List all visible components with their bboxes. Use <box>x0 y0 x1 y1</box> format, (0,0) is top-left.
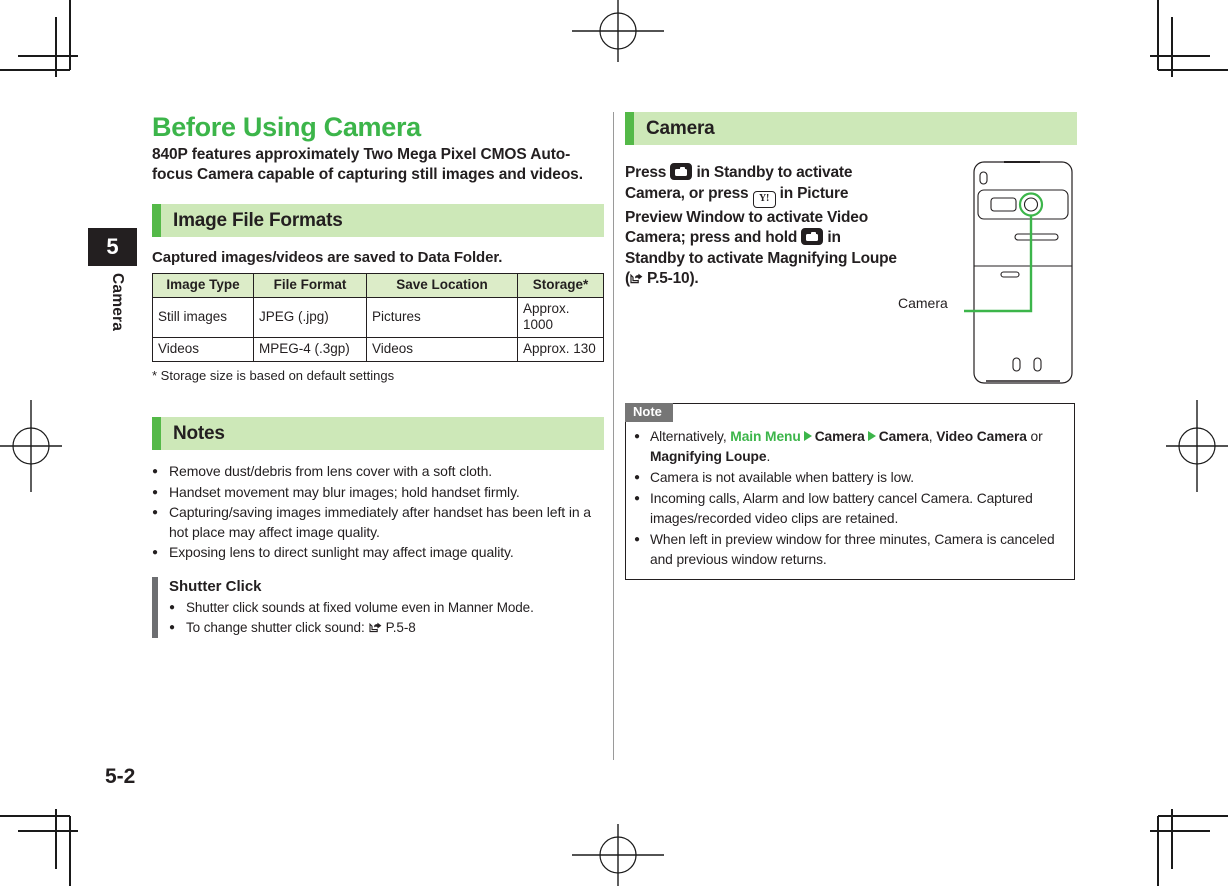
crop-mark-bottom-right-inner-v <box>1171 809 1173 869</box>
list-item: Shutter click sounds at fixed volume eve… <box>169 598 534 618</box>
crop-mark-top-left-inner-h <box>18 55 78 57</box>
crop-mark-top-right-inner-h <box>1150 55 1210 57</box>
table-row: Videos MPEG-4 (.3gp) Videos Approx. 130 <box>152 337 604 362</box>
note-box-label: Note <box>625 403 673 422</box>
registration-mark-top <box>572 0 664 62</box>
shutter-click-box: Shutter Click Shutter click sounds at fi… <box>152 576 604 638</box>
table-cell: Videos <box>152 337 254 362</box>
camera-key-icon <box>801 228 824 245</box>
table-footnote: * Storage size is based on default setti… <box>152 368 395 383</box>
table-cell: Approx. 1000 <box>517 297 604 338</box>
image-file-formats-table: Image Type File Format Save Location Sto… <box>152 273 604 362</box>
arrow-right-icon <box>867 431 876 441</box>
list-item: Incoming calls, Alarm and low battery ca… <box>634 489 1066 529</box>
phone-diagram-figure: Camera <box>898 160 1078 385</box>
intro-reference-page: P.5-10 <box>646 270 690 287</box>
left-column: Before Using Camera 840P features approx… <box>152 112 604 638</box>
column-divider <box>613 112 614 760</box>
crop-mark-top-left-v <box>69 0 71 70</box>
section-heading-image-file-formats: Image File Formats <box>152 204 604 237</box>
list-item: When left in preview window for three mi… <box>634 530 1066 570</box>
crop-mark-bottom-right-inner-h <box>1150 830 1210 832</box>
section-heading-label: Camera <box>646 117 715 139</box>
table-cell: JPEG (.jpg) <box>253 297 367 338</box>
list-item: Remove dust/debris from lens cover with … <box>152 462 604 482</box>
note-text-segment: . <box>766 449 771 464</box>
note-menu-magnifying-loupe: Magnifying Loupe <box>650 449 767 464</box>
list-item: Capturing/saving images immediately afte… <box>152 503 604 542</box>
crop-mark-bottom-left-v <box>69 816 71 886</box>
table-header-row: Image Type File Format Save Location Sto… <box>152 273 604 298</box>
crop-mark-top-right-inner-v <box>1171 17 1173 77</box>
page-title: Before Using Camera <box>152 112 421 142</box>
table-cell: Videos <box>366 337 518 362</box>
table-cell: Approx. 130 <box>517 337 604 362</box>
yahoo-key-icon: Y! <box>752 190 776 208</box>
crop-mark-top-left-h <box>0 69 70 71</box>
shutter-click-bullet-list: Shutter click sounds at fixed volume eve… <box>169 598 534 638</box>
section-heading-notes: Notes <box>152 417 604 450</box>
table-cell: Pictures <box>366 297 518 338</box>
note-text-segment: Alternatively, <box>650 429 731 444</box>
table-subhead: Captured images/videos are saved to Data… <box>152 249 503 266</box>
reference-page: P.5-8 <box>385 619 416 635</box>
note-menu-main-menu: Main Menu <box>730 429 801 444</box>
list-item: Camera is not available when battery is … <box>634 468 1066 488</box>
shutter-click-title: Shutter Click <box>169 577 262 595</box>
camera-key-icon <box>670 163 693 180</box>
section-heading-label: Image File Formats <box>173 209 343 231</box>
registration-mark-bottom <box>572 824 664 886</box>
lead-paragraph: 840P features approximately Two Mega Pix… <box>152 146 583 183</box>
chapter-tab: 5 Camera <box>88 228 137 331</box>
heading-accent-bar <box>152 204 161 237</box>
crop-mark-top-right-h <box>1158 69 1228 71</box>
registration-mark-right <box>1166 400 1228 492</box>
note-menu-video-camera: Video Camera <box>936 429 1027 444</box>
list-item: Alternatively, Main MenuCameraCamera, Vi… <box>634 427 1066 467</box>
list-item: Exposing lens to direct sunlight may aff… <box>152 543 604 563</box>
registration-mark-left <box>0 400 62 492</box>
note-box: Note Alternatively, Main Menu Camera Camer… <box>625 403 1075 580</box>
camera-callout-label: Camera <box>898 295 948 311</box>
crop-mark-top-right-v <box>1157 0 1159 70</box>
document-page: 5 Camera Before Using Camera 840P featur… <box>0 0 1228 886</box>
table-header-cell: Image Type <box>152 273 254 298</box>
note-text-segment: or <box>1026 429 1043 444</box>
heading-accent-bar <box>152 417 161 450</box>
crop-mark-bottom-left-inner-h <box>18 830 78 832</box>
table-cell: Still images <box>152 297 254 338</box>
section-heading-camera: Camera <box>625 112 1077 145</box>
arrow-right-icon <box>803 431 812 441</box>
list-item: Handset movement may blur images; hold h… <box>152 483 604 503</box>
reference-pointer-icon <box>630 271 646 284</box>
list-item: To change shutter click sound: P.5-8 <box>169 618 534 638</box>
table-row: Still images JPEG (.jpg) Pictures Approx… <box>152 297 604 338</box>
crop-mark-bottom-left-inner-v <box>55 809 57 869</box>
intro-text-5: ). <box>689 270 699 287</box>
notes-bullet-list: Remove dust/debris from lens cover with … <box>152 462 604 563</box>
note-menu-camera-2: Camera <box>878 429 929 444</box>
table-header-cell: Save Location <box>366 273 518 298</box>
heading-accent-bar <box>625 112 634 145</box>
list-item-label: To change shutter click sound: <box>186 619 365 635</box>
section-heading-label: Notes <box>173 422 225 444</box>
intro-text-1: Press <box>625 164 667 181</box>
crop-mark-bottom-right-h <box>1158 815 1228 817</box>
chapter-number: 5 <box>88 228 137 266</box>
crop-mark-bottom-right-v <box>1157 816 1159 886</box>
table-header-cell: File Format <box>253 273 367 298</box>
reference-pointer-icon <box>369 620 385 633</box>
table-header-cell: Storage* <box>517 273 604 298</box>
camera-intro-paragraph: Press in Standby to activate Camera, or … <box>625 163 897 290</box>
table-cell: MPEG-4 (.3gp) <box>253 337 367 362</box>
crop-mark-bottom-left-h <box>0 815 70 817</box>
crop-mark-top-left-inner-v <box>55 17 57 77</box>
chapter-name: Camera <box>109 273 126 332</box>
page-number: 5-2 <box>105 765 136 788</box>
note-bullet-list: Alternatively, Main MenuCameraCamera, Vi… <box>634 427 1066 570</box>
note-menu-camera: Camera <box>814 429 865 444</box>
phone-rear-illustration <box>964 161 1073 384</box>
